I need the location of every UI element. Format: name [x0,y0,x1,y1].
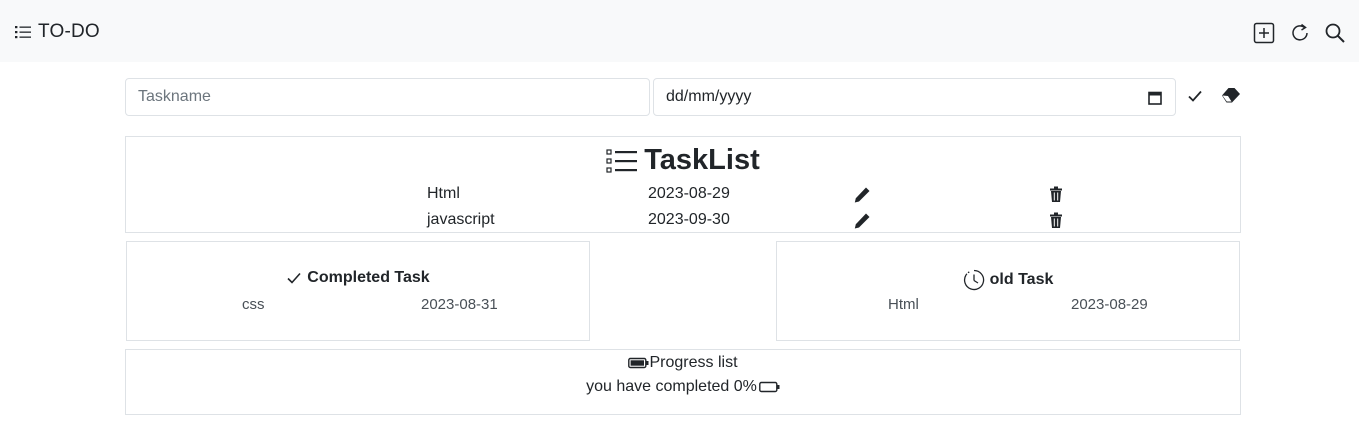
old-task-date: 2023-08-29 [1071,296,1148,313]
battery-empty-icon [758,381,780,393]
date-input-value: dd/mm/yyyy [666,88,752,105]
progress-panel: Progress list you have completed 0% [125,349,1241,415]
progress-status-text: you have completed 0% [586,378,757,395]
navbar: TO-DO [0,0,1359,62]
task-date: 2023-09-30 [648,211,730,228]
progress-header: Progress list [126,354,1240,372]
battery-full-icon [628,357,649,369]
completed-task-title: Completed Task [307,269,430,286]
save-task-button[interactable] [1186,87,1204,105]
trash-icon[interactable] [1049,186,1063,203]
date-input[interactable]: dd/mm/yyyy [653,78,1176,116]
clock-history-icon [963,269,985,291]
pencil-icon[interactable] [853,212,871,230]
tasklist-title: TaskList [644,144,760,176]
refresh-button[interactable] [1289,22,1311,44]
tasklist-panel: TaskList Html 2023-08-29 javascript 2023… [125,136,1241,233]
completed-task-date: 2023-08-31 [421,296,498,313]
tasklist-header: TaskList [126,144,1240,177]
progress-title: Progress list [649,354,738,371]
calendar-icon[interactable] [1148,90,1162,105]
search-icon [1324,22,1346,44]
taskname-input[interactable] [125,78,650,116]
check-icon [286,270,302,286]
plus-square-icon [1253,22,1275,44]
add-task-button[interactable] [1253,22,1275,44]
old-task-panel: old Task Html 2023-08-29 [776,241,1240,341]
trash-icon[interactable] [1049,212,1063,229]
completed-task-name: css [242,296,265,313]
eraser-icon [1220,86,1242,106]
task-name: Html [427,185,460,202]
old-task-header: old Task [777,269,1239,291]
old-task-title: old Task [989,271,1054,288]
task-name: javascript [427,211,495,228]
completed-task-panel: Completed Task css 2023-08-31 [126,241,590,341]
old-task-name: Html [888,296,919,313]
task-date: 2023-08-29 [648,185,730,202]
completed-task-header: Completed Task [127,269,589,287]
clear-button[interactable] [1220,86,1242,106]
brand[interactable]: TO-DO [14,21,100,43]
list-task-icon [606,148,638,174]
list-icon [14,24,32,40]
brand-title: TO-DO [38,21,100,42]
search-button[interactable] [1324,22,1346,44]
refresh-icon [1289,22,1311,44]
pencil-icon[interactable] [853,186,871,204]
progress-status: you have completed 0% [126,378,1240,396]
check-icon [1186,87,1204,105]
